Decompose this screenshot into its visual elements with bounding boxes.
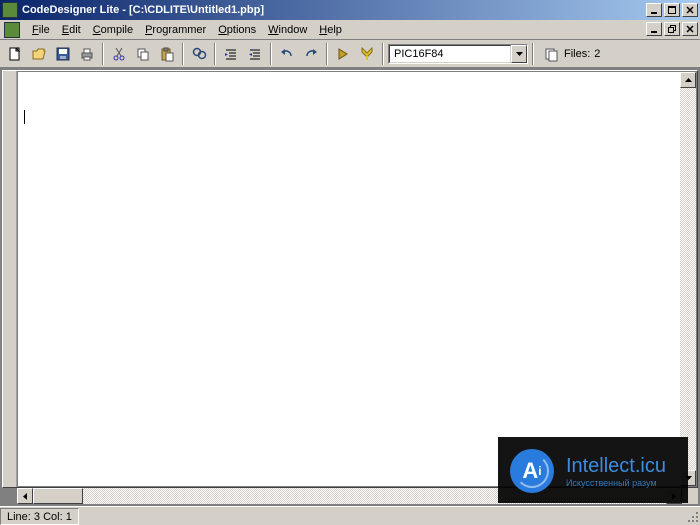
find-button[interactable] [188,43,210,65]
scroll-track[interactable] [680,88,696,470]
line-gutter [3,71,17,487]
separator [214,43,216,65]
close-button[interactable] [682,3,698,17]
separator [182,43,184,65]
open-file-button[interactable] [28,43,50,65]
menu-edit[interactable]: Edit [56,22,87,38]
cut-button[interactable] [108,43,130,65]
mdi-controls [646,22,698,36]
text-cursor [24,110,25,124]
scroll-up-button[interactable] [680,72,696,88]
device-select[interactable]: PIC16F84 [388,44,528,64]
vertical-scrollbar[interactable] [680,72,696,486]
editor-child-window [2,70,698,488]
device-value: PIC16F84 [389,45,511,63]
print-button[interactable] [76,43,98,65]
window-title: CodeDesigner Lite - [C:\CDLITE\Untitled1… [22,4,646,16]
menu-programmer[interactable]: Programmer [139,22,212,38]
mdi-restore-button[interactable] [664,22,680,36]
resize-grip[interactable] [684,508,700,524]
status-line-col: Line: 3 Col: 1 [0,508,79,525]
mdi-close-button[interactable] [682,22,698,36]
titlebar: CodeDesigner Lite - [C:\CDLITE\Untitled1… [0,0,700,20]
mdi-doc-icon[interactable] [4,22,20,38]
menu-options[interactable]: Options [212,22,262,38]
files-icon [544,46,560,62]
copy-button[interactable] [132,43,154,65]
files-count: 2 [594,48,600,60]
watermark-subtitle: Искусственный разум [566,478,666,488]
redo-button[interactable] [300,43,322,65]
files-panel[interactable]: Files: 2 [544,46,600,62]
code-editor[interactable] [18,72,680,486]
indent-button[interactable] [220,43,242,65]
separator [270,43,272,65]
new-file-button[interactable] [4,43,26,65]
maximize-button[interactable] [664,3,680,17]
menubar: FFileile Edit Compile Programmer Options… [0,20,700,40]
undo-button[interactable] [276,43,298,65]
watermark-name: Intellect.icu [566,455,666,478]
statusbar: Line: 3 Col: 1 [0,506,700,525]
menu-compile[interactable]: Compile [87,22,139,38]
separator [326,43,328,65]
compile-button[interactable] [332,43,354,65]
toolbar: PIC16F84 Files: 2 [0,40,700,68]
paste-button[interactable] [156,43,178,65]
app-icon [2,2,18,18]
separator [532,43,534,65]
menu-help[interactable]: Help [313,22,348,38]
save-button[interactable] [52,43,74,65]
watermark: Ai Intellect.icu Искусственный разум [498,437,688,503]
device-dropdown-button[interactable] [511,45,527,63]
menu-file[interactable]: FFileile [26,22,56,38]
watermark-logo: Ai [510,449,554,493]
menu-window[interactable]: Window [262,22,313,38]
program-button[interactable] [356,43,378,65]
scroll-thumb[interactable] [33,488,83,504]
outdent-button[interactable] [244,43,266,65]
editor-wrap [17,71,697,487]
app-window: CodeDesigner Lite - [C:\CDLITE\Untitled1… [0,0,700,525]
mdi-minimize-button[interactable] [646,22,662,36]
separator [382,43,384,65]
minimize-button[interactable] [646,3,662,17]
window-controls [646,3,698,17]
scroll-left-button[interactable] [17,488,33,504]
separator [102,43,104,65]
files-label-text: Files: [564,48,590,60]
